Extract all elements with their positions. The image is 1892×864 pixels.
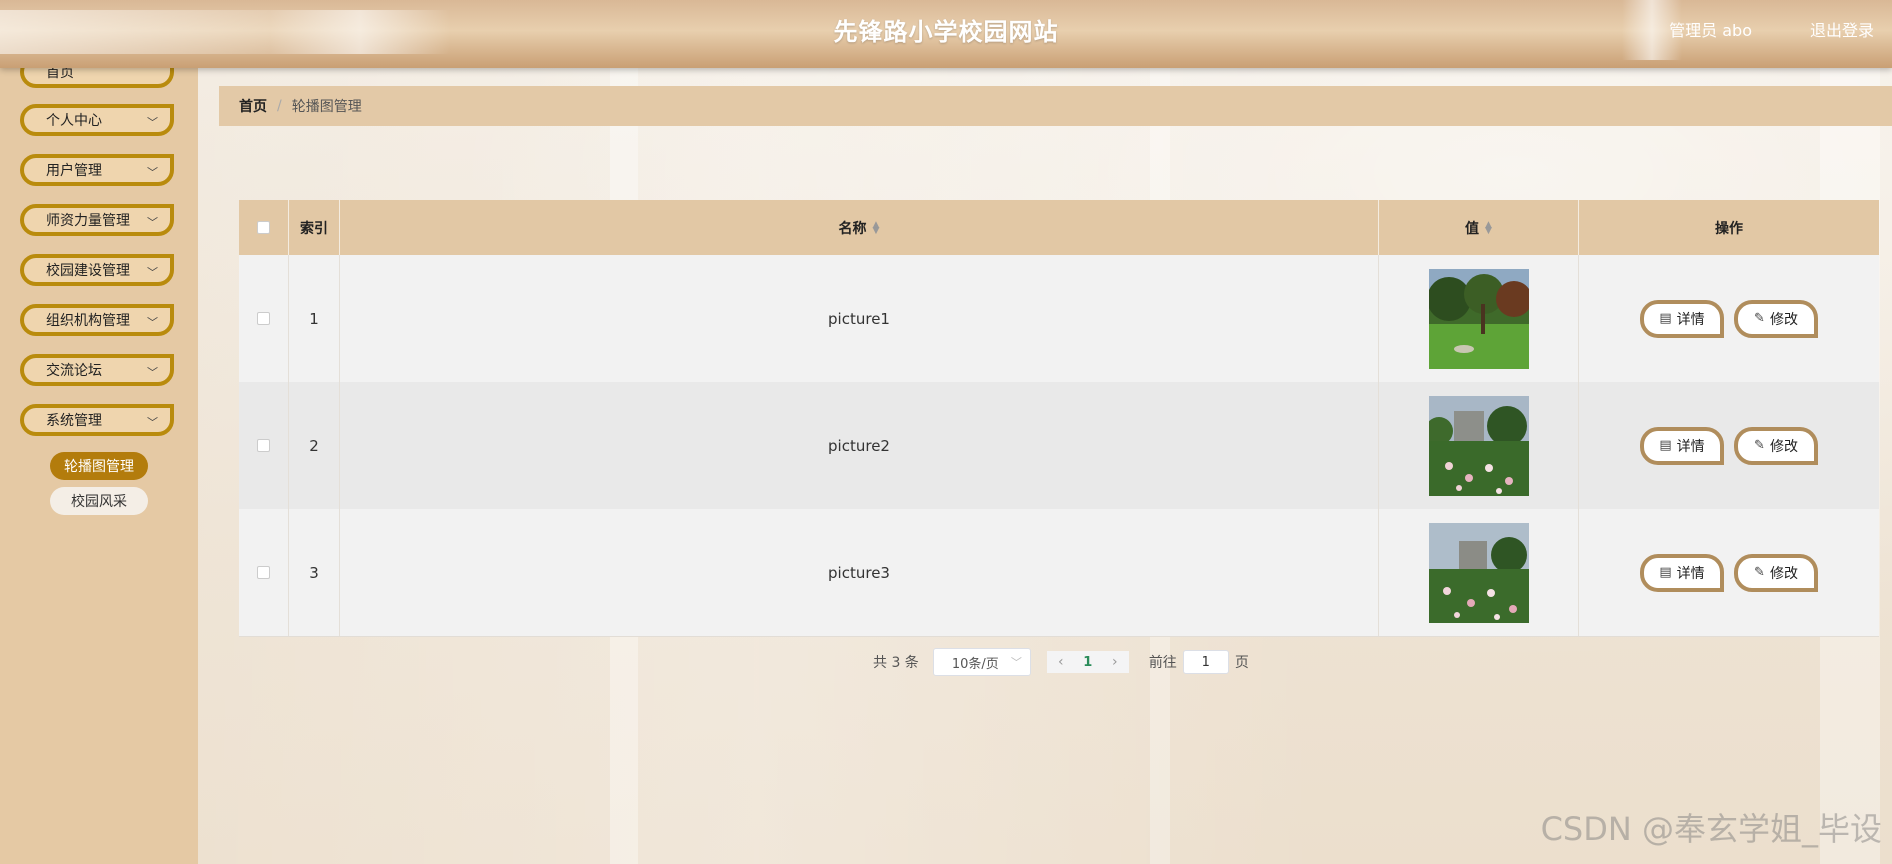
chevron-right-icon: ›	[1112, 654, 1118, 670]
pencil-icon: ✎	[1754, 311, 1765, 326]
document-icon: ▤	[1659, 311, 1672, 326]
row-name: picture2	[340, 382, 1379, 509]
chevron-down-icon: ﹀	[1010, 656, 1022, 669]
chevron-down-icon: ﹀	[147, 216, 158, 229]
select-all-cell	[239, 200, 289, 255]
top-header: 先锋路小学校园网站 管理员 abo 退出登录	[0, 0, 1892, 68]
sidebar-item-forum[interactable]: 交流论坛 ﹀	[20, 354, 174, 386]
chevron-down-icon: ﹀	[147, 266, 158, 279]
table-header: 索引 名称 ▲ ▼ 值 ▲ ▼ 操作	[239, 200, 1879, 255]
thumbnail-image[interactable]	[1428, 522, 1529, 623]
table-row: 2 picture2 ▤ 详情 ✎ 修改	[239, 382, 1879, 510]
sidebar-item-organization[interactable]: 组织机构管理 ﹀	[20, 304, 174, 336]
breadcrumb: 首页 / 轮播图管理	[219, 86, 1892, 126]
sort-icon[interactable]: ▲ ▼	[1485, 220, 1492, 235]
goto-suffix: 页	[1234, 655, 1249, 671]
next-page-button[interactable]: ›	[1100, 651, 1129, 673]
logout-link[interactable]: 退出登录	[1810, 17, 1874, 41]
row-index: 3	[289, 509, 340, 636]
sidebar-item-label: 个人中心	[46, 113, 102, 129]
document-icon: ▤	[1659, 438, 1672, 453]
pagination: 共 3 条 10条/页 ﹀ ‹ 1 › 前往 1 页	[873, 648, 1249, 676]
goto-label: 前往	[1148, 655, 1177, 671]
sidebar: 首页 个人中心 ﹀ 用户管理 ﹀ 师资力量管理 ﹀ 校园建设管理 ﹀ 组织机构管…	[0, 56, 198, 864]
chevron-down-icon: ﹀	[147, 416, 158, 429]
thumbnail-image[interactable]	[1428, 395, 1529, 496]
sidebar-item-users[interactable]: 用户管理 ﹀	[20, 154, 174, 186]
chevron-down-icon: ﹀	[147, 366, 158, 379]
chevron-down-icon: ﹀	[147, 316, 158, 329]
sidebar-item-teachers[interactable]: 师资力量管理 ﹀	[20, 204, 174, 236]
user-label: 管理员 abo	[1669, 21, 1752, 40]
chevron-down-icon: ﹀	[147, 166, 158, 179]
edit-button[interactable]: ✎ 修改	[1734, 426, 1818, 465]
total-count: 共 3 条	[873, 655, 919, 671]
header-ops: 操作	[1715, 220, 1743, 237]
detail-button[interactable]: ▤ 详情	[1640, 299, 1724, 338]
sidebar-item-label: 组织机构管理	[46, 313, 130, 329]
site-title: 先锋路小学校园网站	[833, 18, 1059, 46]
page-size-select[interactable]: 10条/页 ﹀	[932, 648, 1031, 676]
breadcrumb-separator: /	[277, 98, 282, 114]
row-checkbox[interactable]	[257, 439, 270, 452]
watermark: CSDN @奉玄学姐_毕设	[1540, 810, 1882, 848]
submenu-item-campus-style[interactable]: 校园风采	[50, 487, 148, 515]
sort-icon[interactable]: ▲ ▼	[873, 220, 880, 235]
sidebar-item-personal[interactable]: 个人中心 ﹀	[20, 104, 174, 136]
row-checkbox[interactable]	[257, 312, 270, 325]
header-value[interactable]: 值 ▲ ▼	[1379, 200, 1579, 255]
table-row: 1 picture1 ▤ 详情 ✎ 修改	[239, 255, 1879, 383]
header-index: 索引	[289, 200, 340, 255]
submenu-item-carousel[interactable]: 轮播图管理	[50, 452, 148, 480]
header-name-label: 名称	[838, 220, 867, 237]
sidebar-item-label: 交流论坛	[46, 363, 102, 379]
sidebar-item-label: 用户管理	[46, 163, 102, 179]
row-index: 2	[289, 382, 340, 509]
detail-button[interactable]: ▤ 详情	[1640, 426, 1724, 465]
row-name: picture3	[340, 509, 1379, 636]
sidebar-item-label: 校园建设管理	[46, 263, 130, 279]
page-number-current[interactable]: 1	[1074, 651, 1101, 673]
row-index: 1	[289, 255, 340, 382]
prev-page-button[interactable]: ‹	[1046, 651, 1075, 673]
sidebar-item-campus-build[interactable]: 校园建设管理 ﹀	[20, 254, 174, 286]
detail-button[interactable]: ▤ 详情	[1640, 553, 1724, 592]
pencil-icon: ✎	[1754, 438, 1765, 453]
breadcrumb-home[interactable]: 首页	[239, 96, 267, 116]
document-icon: ▤	[1659, 565, 1672, 580]
goto-page-input[interactable]: 1	[1182, 650, 1229, 674]
pencil-icon: ✎	[1754, 565, 1765, 580]
sidebar-item-label: 系统管理	[46, 413, 102, 429]
sidebar-item-system[interactable]: 系统管理 ﹀	[20, 404, 174, 436]
table-row: 3 picture3 ▤ 详情 ✎ 修改	[239, 509, 1879, 637]
edit-button[interactable]: ✎ 修改	[1734, 553, 1818, 592]
breadcrumb-current: 轮播图管理	[291, 99, 362, 115]
sidebar-item-label: 师资力量管理	[46, 213, 130, 229]
thumbnail-image[interactable]	[1428, 268, 1529, 369]
row-checkbox[interactable]	[257, 566, 270, 579]
edit-button[interactable]: ✎ 修改	[1734, 299, 1818, 338]
select-all-checkbox[interactable]	[257, 221, 270, 234]
chevron-down-icon: ﹀	[147, 116, 158, 129]
header-name[interactable]: 名称 ▲ ▼	[340, 200, 1379, 255]
row-name: picture1	[340, 255, 1379, 382]
header-value-label: 值	[1465, 220, 1480, 237]
chevron-left-icon: ‹	[1058, 654, 1064, 670]
